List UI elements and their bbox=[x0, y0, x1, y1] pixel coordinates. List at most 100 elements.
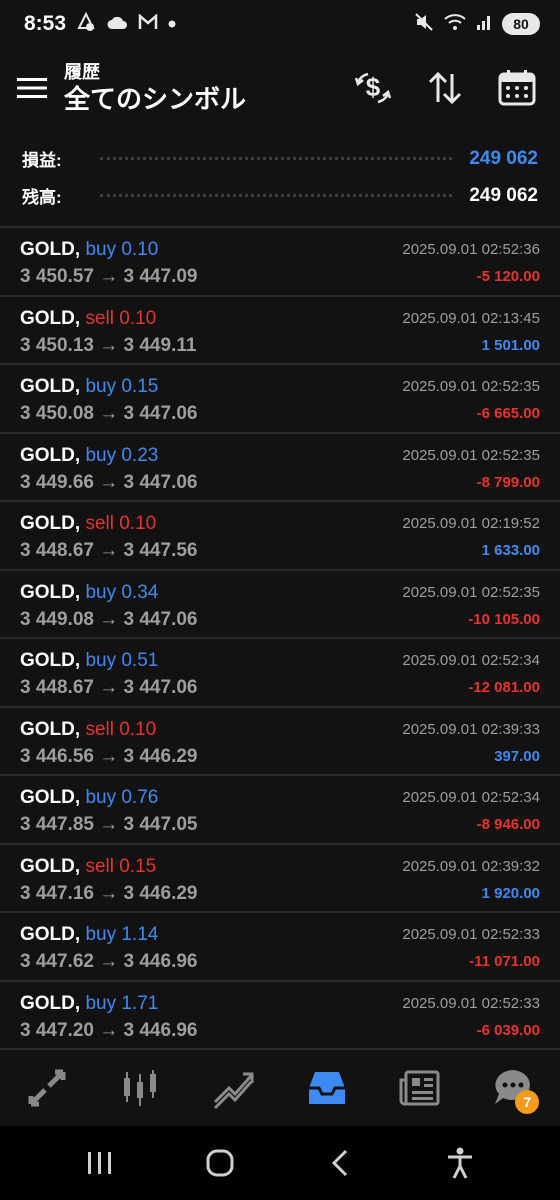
trade-left: GOLD, sell 0.10 3 450.13 → 3 449.11 bbox=[20, 307, 196, 364]
battery-indicator: 80 bbox=[502, 13, 540, 35]
trade-time: 2025.09.01 02:52:35 bbox=[402, 378, 540, 395]
wifi-icon bbox=[444, 13, 466, 36]
balance-row: 残高: 249 062 bbox=[22, 177, 538, 214]
trade-row[interactable]: GOLD, buy 0.51 3 448.67 → 3 447.06 2025.09… bbox=[0, 639, 560, 708]
trade-row[interactable]: GOLD, sell 0.10 3 450.13 → 3 449.11 2025.0… bbox=[0, 297, 560, 365]
trade-time: 2025.09.01 02:52:35 bbox=[402, 446, 540, 464]
trade-symbol: GOLD, bbox=[20, 513, 81, 534]
trade-row[interactable]: GOLD, sell 0.10 3 446.56 → 3 446.29 2025.0… bbox=[0, 708, 560, 776]
home-icon bbox=[206, 1149, 234, 1177]
trade-profit: 1 920.00 bbox=[481, 884, 540, 902]
trade-right: 2025.09.01 02:52:35 -6 665.00 bbox=[402, 375, 540, 432]
trade-header: GOLD, sell 0.10 bbox=[20, 718, 197, 742]
trade-header: GOLD, sell 0.10 bbox=[20, 307, 196, 331]
accessibility-button[interactable] bbox=[430, 1133, 490, 1193]
trade-side-volume: buy 0.15 bbox=[85, 376, 159, 397]
trade-profit: -8 799.00 bbox=[476, 473, 540, 491]
trade-icon bbox=[214, 1072, 254, 1110]
nav-quotes[interactable] bbox=[17, 1058, 77, 1118]
trade-row[interactable]: GOLD, buy 1.71 3 447.20 → 3 446.96 2025.09… bbox=[0, 982, 560, 1050]
trade-right: 2025.09.01 02:52:35 -10 105.00 bbox=[402, 581, 540, 638]
status-left: 8:53 bbox=[24, 11, 176, 37]
trade-row[interactable]: GOLD, sell 0.10 3 448.67 → 3 447.56 2025.0… bbox=[0, 502, 560, 571]
trade-right: 2025.09.01 02:39:33 397.00 bbox=[402, 718, 540, 775]
trade-prices: 3 450.57 → 3 447.09 bbox=[20, 266, 198, 287]
hamburger-icon bbox=[17, 78, 47, 98]
trade-right: 2025.09.01 02:52:34 -8 946.00 bbox=[402, 786, 540, 843]
trade-profit: -12 081.00 bbox=[468, 679, 540, 696]
trade-row[interactable]: GOLD, buy 0.34 3 449.08 → 3 447.06 2025.09… bbox=[0, 571, 560, 639]
trade-profit: 1 633.00 bbox=[481, 542, 540, 559]
trade-side-volume: buy 1.14 bbox=[85, 924, 159, 945]
trade-left: GOLD, buy 1.14 3 447.62 → 3 446.96 bbox=[20, 923, 197, 980]
trade-symbol: GOLD, bbox=[20, 581, 81, 603]
trade-profit: 1 501.00 bbox=[481, 336, 540, 354]
trade-right: 2025.09.01 02:19:52 1 633.00 bbox=[402, 512, 540, 569]
trade-row[interactable]: GOLD, buy 0.15 3 450.08 → 3 447.06 2025.09… bbox=[0, 365, 560, 434]
trade-side-volume: buy 0.34 bbox=[85, 581, 159, 603]
page-title: 履歴 全てのシンボル bbox=[64, 61, 348, 115]
trade-profit: -11 071.00 bbox=[469, 953, 540, 970]
trade-time: 2025.09.01 02:19:52 bbox=[402, 515, 540, 532]
trade-side-volume: sell 0.10 bbox=[85, 513, 157, 534]
dollar-exchange-icon: $ bbox=[354, 72, 392, 104]
dotted-leader bbox=[100, 157, 452, 160]
profit-row: 損益: 249 062 bbox=[22, 140, 538, 177]
trade-prices: 3 449.08 → 3 447.06 bbox=[20, 608, 198, 630]
app-bar-actions: $ bbox=[348, 63, 560, 113]
trade-time: 2025.09.01 02:13:45 bbox=[402, 309, 540, 327]
trade-left: GOLD, buy 1.71 3 447.20 → 3 446.96 bbox=[20, 992, 197, 1049]
quotes-icon bbox=[28, 1069, 66, 1107]
trade-left: GOLD, buy 0.34 3 449.08 → 3 447.06 bbox=[20, 581, 197, 638]
chart-icon bbox=[123, 1070, 156, 1106]
nav-chat[interactable]: 7 bbox=[483, 1058, 543, 1118]
sort-button[interactable] bbox=[420, 63, 470, 113]
trade-prices: 3 450.13 → 3 449.11 bbox=[20, 334, 197, 356]
trade-row[interactable]: GOLD, buy 0.76 3 447.85 → 3 447.05 2025.09… bbox=[0, 776, 560, 845]
calendar-button[interactable] bbox=[492, 63, 542, 113]
recent-apps-button[interactable] bbox=[70, 1133, 130, 1193]
back-icon bbox=[331, 1149, 348, 1177]
status-right: 80 bbox=[414, 12, 540, 37]
trade-header: GOLD, sell 0.10 bbox=[20, 512, 197, 536]
trade-right: 2025.09.01 02:52:33 -6 039.00 bbox=[402, 992, 540, 1049]
trade-row[interactable]: GOLD, buy 0.23 3 449.66 → 3 447.06 2025.09… bbox=[0, 434, 560, 502]
trade-time: 2025.09.01 02:52:34 bbox=[402, 789, 540, 806]
trade-prices: 3 450.08 → 3 447.06 bbox=[20, 403, 198, 424]
svg-text:$: $ bbox=[366, 72, 381, 102]
bottom-nav: 7 bbox=[0, 1050, 560, 1126]
trade-prices: 3 447.85 → 3 447.05 bbox=[20, 814, 198, 835]
chat-badge: 7 bbox=[515, 1090, 540, 1114]
trade-left: GOLD, buy 0.23 3 449.66 → 3 447.06 bbox=[20, 444, 197, 501]
nav-trade[interactable] bbox=[203, 1058, 263, 1118]
trade-side-volume: sell 0.10 bbox=[85, 718, 157, 740]
trade-profit: 397.00 bbox=[494, 747, 540, 765]
trade-left: GOLD, buy 0.15 3 450.08 → 3 447.06 bbox=[20, 375, 197, 432]
trade-row[interactable]: GOLD, buy 0.10 3 450.57 → 3 447.09 2025.09… bbox=[0, 228, 560, 297]
currency-button[interactable]: $ bbox=[348, 63, 398, 113]
recent-apps-icon bbox=[88, 1152, 111, 1174]
trade-prices: 3 446.56 → 3 446.29 bbox=[20, 745, 198, 767]
nav-news[interactable] bbox=[390, 1058, 450, 1118]
trade-symbol: GOLD, bbox=[20, 650, 81, 671]
symbol-filter-title[interactable]: 全てのシンボル bbox=[64, 83, 348, 115]
trade-symbol: GOLD, bbox=[20, 444, 81, 466]
trade-time: 2025.09.01 02:39:33 bbox=[402, 720, 540, 738]
back-button[interactable] bbox=[310, 1133, 370, 1193]
trade-profit: -8 946.00 bbox=[476, 816, 540, 833]
trade-header: GOLD, buy 0.10 bbox=[20, 238, 197, 262]
nav-chart[interactable] bbox=[110, 1058, 170, 1118]
app-bar: 履歴 全てのシンボル $ bbox=[0, 48, 560, 128]
history-icon bbox=[308, 1072, 345, 1104]
trade-symbol: GOLD, bbox=[20, 992, 81, 1014]
nav-history[interactable] bbox=[297, 1058, 357, 1118]
trade-row[interactable]: GOLD, buy 1.14 3 447.62 → 3 446.96 2025.09… bbox=[0, 913, 560, 982]
trade-row[interactable]: GOLD, sell 0.15 3 447.16 → 3 446.29 2025.0… bbox=[0, 845, 560, 913]
status-time: 8:53 bbox=[24, 12, 67, 35]
gmail-icon bbox=[138, 12, 158, 35]
trade-right: 2025.09.01 02:52:35 -8 799.00 bbox=[402, 444, 540, 501]
trade-header: GOLD, buy 0.76 bbox=[20, 786, 197, 810]
trade-prices: 3 447.20 → 3 446.96 bbox=[20, 1019, 198, 1041]
home-button[interactable] bbox=[190, 1133, 250, 1193]
menu-button[interactable] bbox=[0, 48, 64, 128]
